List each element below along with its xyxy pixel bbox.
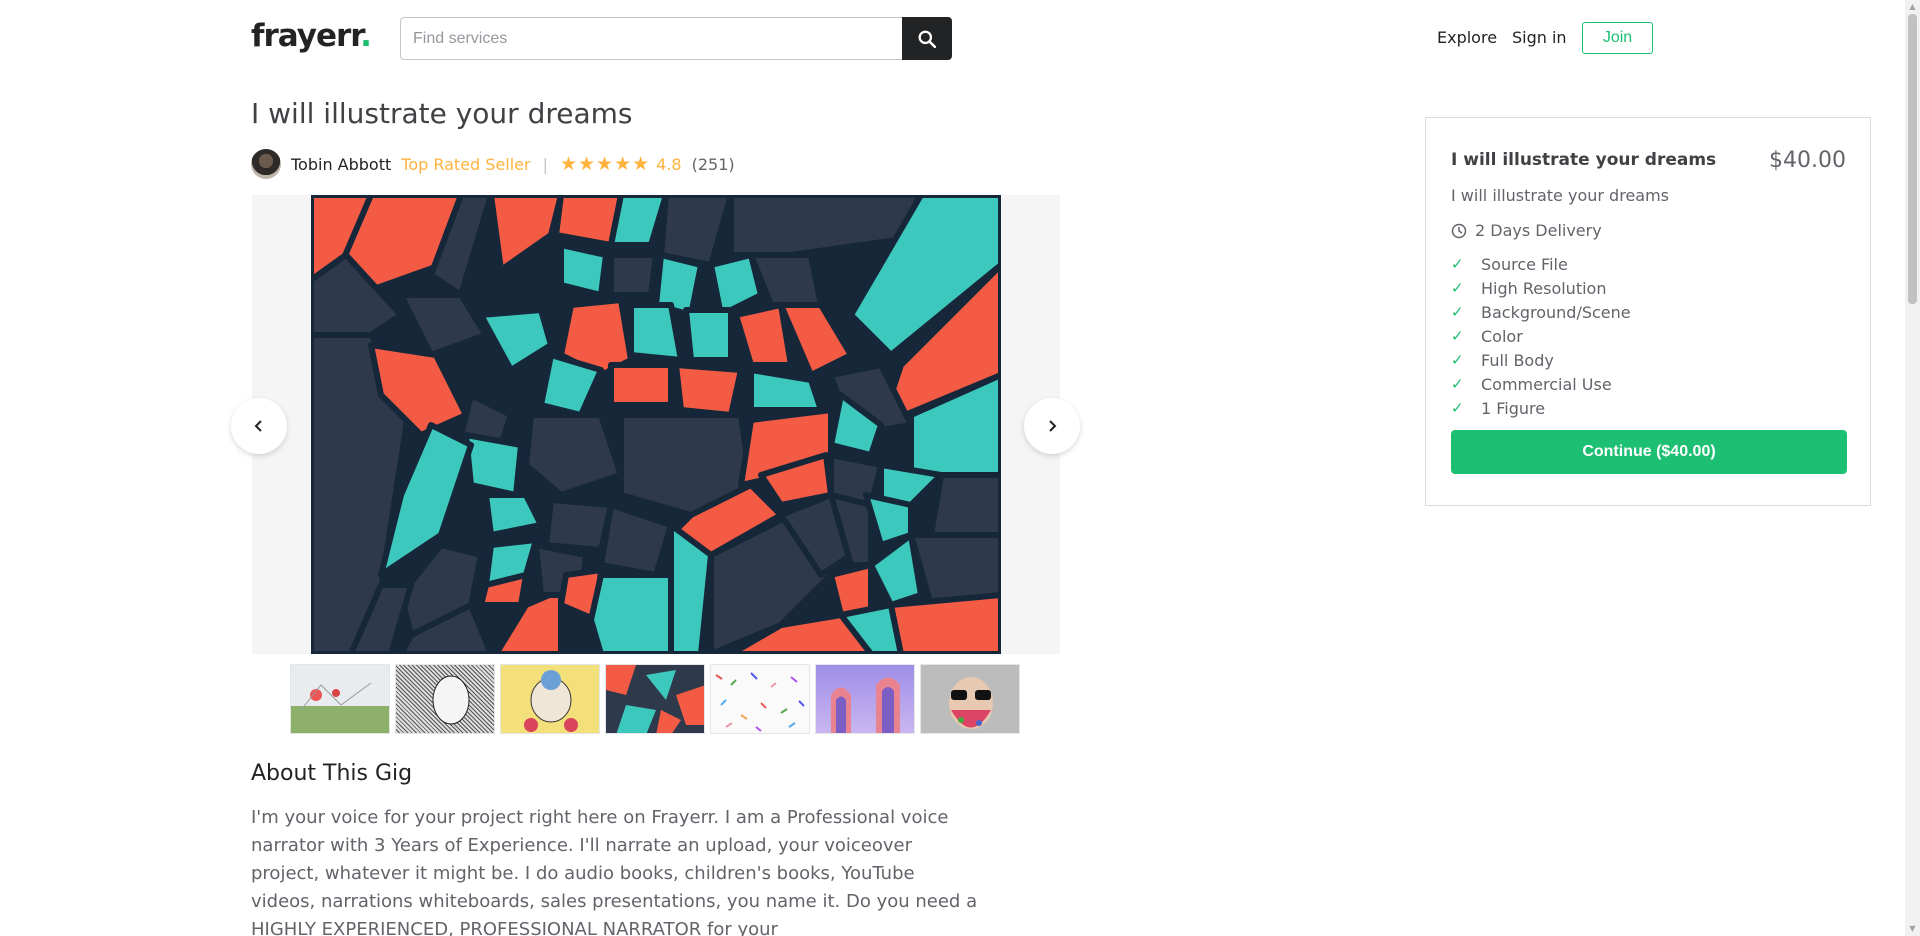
feature-label: Commercial Use [1481, 374, 1612, 394]
feature-label: Background/Scene [1481, 302, 1631, 322]
seller-name[interactable]: Tobin Abbott [291, 155, 391, 174]
gallery-thumbnail[interactable] [920, 664, 1020, 734]
feature-label: Color [1481, 326, 1523, 346]
about-gig-title: About This Gig [251, 761, 413, 786]
star-rating-icon: ★★★★★ [559, 153, 651, 175]
page-scrollbar[interactable]: ▲ ▼ [1905, 0, 1920, 936]
logo-dot: . [360, 18, 372, 54]
gallery-thumbnail[interactable] [605, 664, 705, 734]
feature-label: High Resolution [1481, 278, 1607, 298]
check-icon: ✓ [1451, 351, 1464, 369]
scroll-down-icon[interactable]: ▼ [1908, 924, 1917, 934]
feature-item: ✓ Color [1451, 324, 1631, 348]
feature-item: ✓ 1 Figure [1451, 396, 1631, 420]
nav-explore[interactable]: Explore [1437, 28, 1497, 47]
feature-item: ✓ Source File [1451, 252, 1631, 276]
feature-item: ✓ High Resolution [1451, 276, 1631, 300]
gig-main-image [311, 195, 1001, 654]
separator: | [542, 154, 548, 174]
feature-label: Full Body [1481, 350, 1554, 370]
site-header: frayerr. Explore Sign in Join [0, 0, 1905, 78]
search-bar [400, 17, 952, 60]
chevron-left-icon [254, 420, 262, 432]
rating-value: 4.8 [656, 154, 682, 174]
gallery-thumbnail[interactable] [395, 664, 495, 734]
continue-button[interactable]: Continue ($40.00) [1451, 430, 1847, 474]
gallery-thumbnail[interactable] [500, 664, 600, 734]
clock-icon [1451, 223, 1467, 238]
search-icon [918, 30, 936, 48]
feature-item: ✓ Background/Scene [1451, 300, 1631, 324]
check-icon: ✓ [1451, 375, 1464, 393]
review-count[interactable]: (251) [692, 155, 735, 174]
feature-item: ✓ Full Body [1451, 348, 1631, 372]
search-button[interactable] [902, 17, 952, 60]
scroll-up-icon[interactable]: ▲ [1908, 2, 1917, 12]
gallery-thumbnail[interactable] [290, 664, 390, 734]
check-icon: ✓ [1451, 399, 1464, 417]
package-features: ✓ Source File ✓ High Resolution ✓ Backgroun… [1451, 252, 1631, 420]
feature-item: ✓ Commercial Use [1451, 372, 1631, 396]
check-icon: ✓ [1451, 279, 1464, 297]
package-card: I will illustrate your dreams $40.00 I w… [1425, 117, 1871, 506]
avatar[interactable] [251, 149, 281, 179]
voronoi-artwork [311, 195, 1001, 654]
gallery-thumbnail[interactable] [815, 664, 915, 734]
feature-label: 1 Figure [1481, 398, 1546, 418]
seller-info: Tobin Abbott Top Rated Seller | ★★★★★ 4.… [251, 149, 735, 179]
gallery-prev-button[interactable] [231, 398, 287, 454]
chevron-right-icon [1049, 420, 1057, 432]
delivery-info: 2 Days Delivery [1451, 221, 1602, 240]
gig-title: I will illustrate your dreams [251, 97, 633, 130]
about-gig-text: I'm your voice for your project right he… [251, 807, 978, 936]
logo[interactable]: frayerr. [251, 18, 372, 54]
feature-label: Source File [1481, 254, 1568, 274]
package-price: $40.00 [1769, 148, 1846, 173]
search-input[interactable] [400, 17, 902, 60]
logo-text: frayerr [251, 18, 361, 54]
check-icon: ✓ [1451, 303, 1464, 321]
package-description: I will illustrate your dreams [1451, 186, 1669, 205]
package-title: I will illustrate your dreams [1451, 150, 1717, 170]
check-icon: ✓ [1451, 255, 1464, 273]
check-icon: ✓ [1451, 327, 1464, 345]
join-button[interactable]: Join [1582, 22, 1653, 54]
gallery-thumbnail[interactable] [710, 664, 810, 734]
gallery-next-button[interactable] [1024, 398, 1080, 454]
gallery-thumbnails [290, 664, 1020, 734]
gig-gallery [252, 195, 1060, 654]
nav-sign-in[interactable]: Sign in [1512, 28, 1567, 47]
scrollbar-thumb[interactable] [1908, 14, 1917, 304]
seller-badge: Top Rated Seller [401, 154, 531, 174]
delivery-text: 2 Days Delivery [1475, 221, 1602, 240]
